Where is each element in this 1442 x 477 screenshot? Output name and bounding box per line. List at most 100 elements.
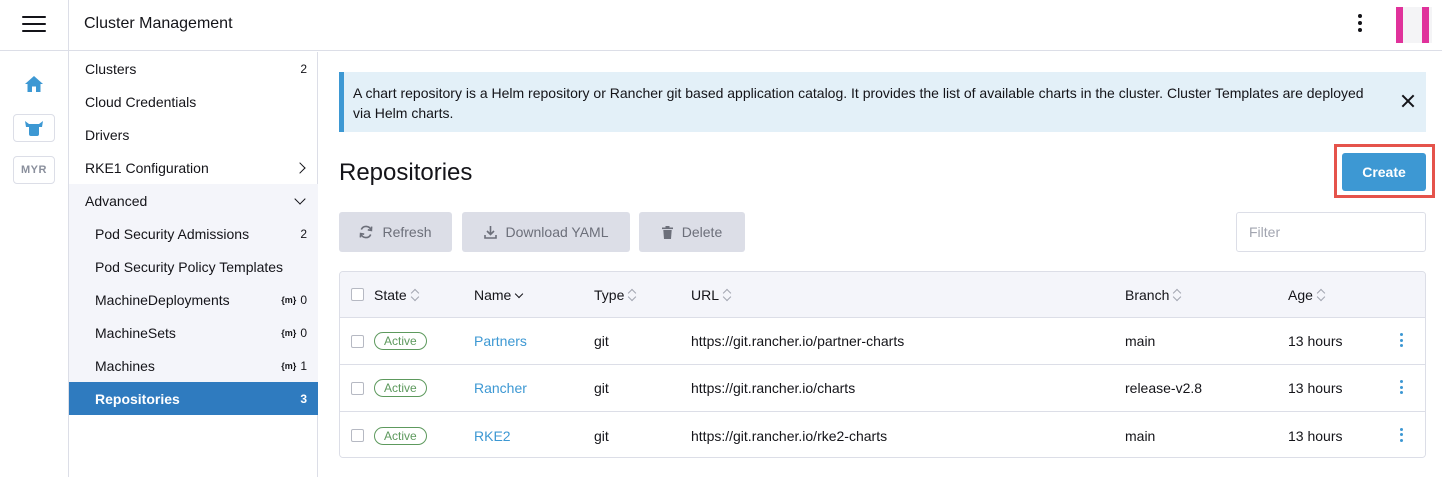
sort-icon (1317, 288, 1326, 302)
hamburger-icon[interactable] (22, 16, 46, 34)
column-header-url[interactable]: URL (691, 272, 732, 317)
column-header-state[interactable]: State (374, 272, 420, 317)
age-cell: 13 hours (1288, 380, 1343, 396)
nav-label: MachineSets (95, 324, 176, 341)
nav-label: Advanced (85, 192, 148, 209)
name-cell: RKE2 (474, 412, 511, 457)
nav-label: Pod Security Policy Templates (95, 258, 284, 275)
chevron-right-icon (294, 161, 306, 174)
nav-item-pod-security-admissions[interactable]: Pod Security Admissions 2 (69, 217, 318, 250)
repository-name-link[interactable]: Partners (474, 333, 527, 349)
row-actions-icon[interactable] (1400, 333, 1404, 349)
repository-name-link[interactable]: RKE2 (474, 428, 511, 444)
type-cell: git (594, 333, 609, 349)
row-actions-icon[interactable] (1400, 427, 1404, 444)
state-cell: Active (374, 412, 427, 457)
chevron-down-icon (294, 192, 306, 205)
refresh-label: Refresh (382, 224, 432, 240)
delete-button[interactable]: Delete (639, 212, 745, 252)
branch-cell: main (1125, 333, 1156, 349)
type-cell: git (594, 380, 609, 396)
age-cell: 13 hours (1288, 427, 1343, 444)
type-cell: git (594, 427, 609, 444)
repository-name-link[interactable]: Rancher (474, 380, 527, 396)
sort-down-icon (515, 288, 524, 302)
row-actions-cell (1400, 365, 1404, 411)
close-icon[interactable] (1400, 93, 1416, 109)
nav-label: Machines (95, 357, 155, 374)
top-bar: Cluster Management (0, 0, 1442, 51)
cluster-myr-button[interactable]: MYR (13, 156, 55, 184)
column-header-name[interactable]: Name (474, 272, 524, 317)
cow-icon (25, 121, 43, 136)
state-cell: Active (374, 318, 427, 364)
side-navigation: Clusters 2 Cloud Credentials Drivers RKE… (69, 52, 318, 477)
machine-resource-icon: {m} (281, 294, 297, 305)
branch-cell: main (1125, 427, 1156, 444)
sort-icon (628, 288, 637, 302)
download-icon (483, 226, 497, 239)
create-button[interactable]: Create (1342, 153, 1426, 191)
nav-item-drivers[interactable]: Drivers (69, 118, 318, 151)
nav-group-advanced[interactable]: Advanced (69, 184, 318, 217)
table-row: Active RKE2 git https://git.rancher.io/r… (340, 412, 1425, 457)
nav-item-psp-templates[interactable]: Pod Security Policy Templates (69, 250, 318, 283)
nav-item-clusters[interactable]: Clusters 2 (69, 52, 318, 85)
download-yaml-button[interactable]: Download YAML (462, 212, 630, 252)
nav-item-cloud-credentials[interactable]: Cloud Credentials (69, 85, 318, 118)
column-header-age[interactable]: Age (1288, 272, 1326, 317)
column-header-branch[interactable]: Branch (1125, 272, 1182, 317)
row-select-cell (351, 365, 364, 411)
nav-label: Drivers (85, 126, 130, 143)
sort-icon (411, 288, 420, 302)
filter-input[interactable] (1236, 212, 1426, 252)
nav-count: 2 (300, 61, 307, 76)
column-label: Type (594, 286, 625, 303)
nav-label: RKE1 Configuration (85, 159, 209, 176)
more-options-icon[interactable] (1352, 14, 1368, 36)
trash-icon (661, 225, 673, 239)
row-checkbox[interactable] (351, 381, 364, 395)
nav-item-machine-sets[interactable]: MachineSets {m} 0 (69, 316, 318, 349)
info-banner: A chart repository is a Helm repository … (339, 72, 1426, 132)
column-header-type[interactable]: Type (594, 272, 637, 317)
refresh-icon (360, 225, 373, 239)
row-select-cell (351, 318, 364, 364)
column-label: State (374, 286, 407, 303)
nav-item-machines[interactable]: Machines {m} 1 (69, 349, 318, 382)
nav-count: 1 (300, 358, 307, 373)
delete-label: Delete (681, 224, 723, 240)
row-checkbox[interactable] (351, 334, 364, 348)
nav-item-rke1-configuration[interactable]: RKE1 Configuration (69, 151, 318, 184)
column-label: Branch (1125, 286, 1170, 303)
url-cell: https://git.rancher.io/rke2-charts (691, 427, 888, 444)
home-button[interactable] (13, 70, 55, 98)
nav-label: Pod Security Admissions (95, 225, 250, 242)
row-select-cell (351, 412, 364, 457)
refresh-button[interactable]: Refresh (339, 212, 452, 252)
table-row: Active Partners git https://git.rancher.… (340, 318, 1425, 365)
app-title: Cluster Management (84, 15, 233, 32)
cluster-management-button[interactable] (13, 114, 55, 142)
state-cell: Active (374, 365, 427, 411)
create-button-highlight: Create (1334, 144, 1435, 198)
banner-text: A chart repository is a Helm repository … (353, 85, 1364, 121)
status-badge: Active (374, 426, 427, 445)
select-all-checkbox[interactable] (351, 288, 364, 301)
nav-count: 3 (300, 391, 307, 406)
nav-item-repositories[interactable]: Repositories 3 (69, 382, 318, 415)
machine-resource-icon: {m} (281, 327, 297, 338)
home-icon (25, 76, 43, 92)
nav-item-machine-deployments[interactable]: MachineDeployments {m} 0 (69, 283, 318, 316)
user-avatar[interactable] (1396, 7, 1432, 43)
nav-label: MachineDeployments (95, 291, 230, 308)
row-checkbox[interactable] (351, 429, 364, 442)
repositories-table: State Name Type URL Branch Age Active Pa… (339, 271, 1426, 458)
column-label: URL (691, 286, 720, 303)
name-cell: Partners (474, 318, 527, 364)
branch-cell: release-v2.8 (1125, 380, 1203, 396)
machine-resource-icon: {m} (281, 360, 297, 371)
row-actions-icon[interactable] (1400, 380, 1404, 396)
url-cell: https://git.rancher.io/partner-charts (691, 333, 905, 349)
nav-label: Clusters (85, 60, 137, 77)
